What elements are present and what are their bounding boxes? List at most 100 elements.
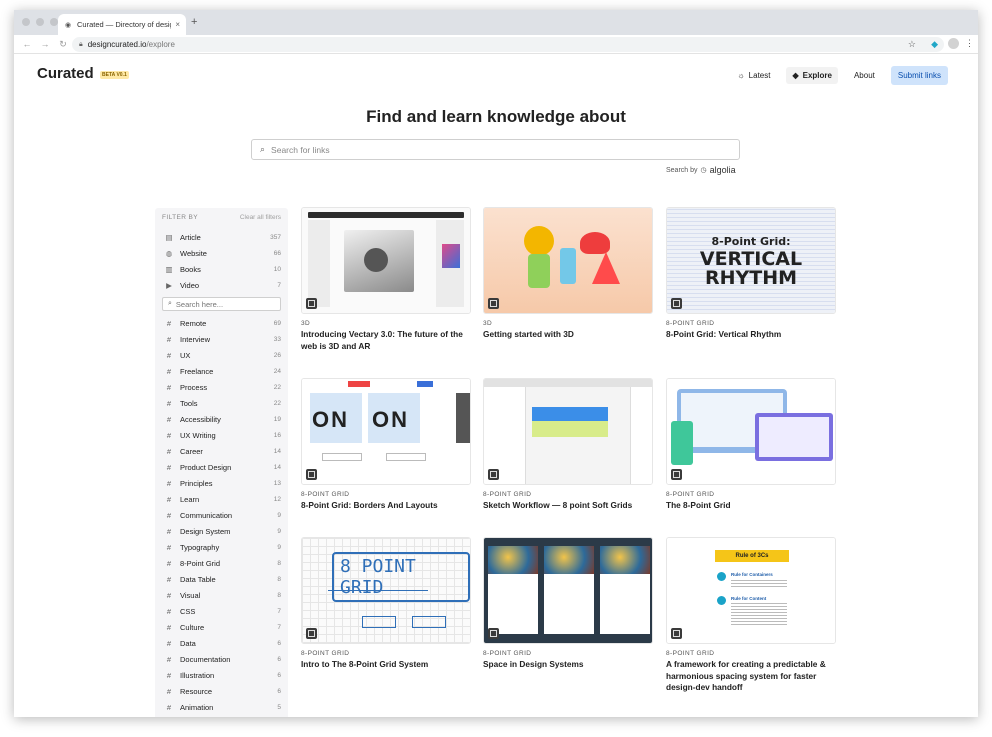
filter-count: 9 [277,511,281,519]
filter-tag-item[interactable]: # Resource 6 [162,683,281,699]
article-type-icon [488,298,499,309]
filter-tag-item[interactable]: # Remote 69 [162,315,281,331]
filter-type-article[interactable]: ▤ Article 357 [162,229,281,245]
filter-count: 8 [277,575,281,583]
filter-tag-item[interactable]: # Illustration 6 [162,667,281,683]
card-thumbnail[interactable]: Rule of 3Cs Rule for Containers Rule for C… [666,537,836,644]
filter-tag-item[interactable]: # Interview 33 [162,331,281,347]
filter-tag-item[interactable]: # Product Design 14 [162,459,281,475]
link-card[interactable]: Rule of 3Cs Rule for Containers Rule for C… [666,537,836,694]
filter-tag-item[interactable]: # CSS 7 [162,603,281,619]
filter-tag-item[interactable]: # Communication 9 [162,507,281,523]
card-thumbnail[interactable]: ON ON [301,378,471,485]
filter-tag-item[interactable]: # Principles 13 [162,475,281,491]
search-input[interactable] [271,144,739,155]
forward-button[interactable]: → [36,39,54,49]
card-thumbnail[interactable] [483,378,653,485]
beta-badge: BETA V0.1 [100,71,129,79]
browser-tab[interactable]: ◉ Curated — Directory of design × [58,14,186,35]
filter-tag-item[interactable]: # UX Writing 16 [162,427,281,443]
card-thumbnail[interactable] [483,537,653,644]
link-card[interactable]: 8-Point Grid The 8-Point Grid [666,378,836,512]
new-tab-button[interactable]: + [191,16,197,28]
filter-count: 19 [273,415,281,423]
filter-label: Culture [180,622,205,632]
filter-count: 9 [277,527,281,535]
filter-tag-item[interactable]: # Accessibility 19 [162,411,281,427]
tag-search[interactable]: ⌕ [162,297,281,311]
filter-tag-item[interactable]: # UX 26 [162,347,281,363]
nav-about[interactable]: About [848,67,881,84]
filter-label: Principles [180,478,213,488]
filter-label: Accessibility [180,414,221,424]
filter-tag-item[interactable]: # Culture 7 [162,619,281,635]
filter-type-video[interactable]: ▶ Video 7 [162,277,281,293]
filter-tag-item[interactable]: # Animation 5 [162,699,281,715]
filter-tag-item[interactable]: # Design System 9 [162,523,281,539]
close-tab-icon[interactable]: × [175,20,180,29]
card-thumbnail[interactable] [666,378,836,485]
card-title[interactable]: The 8-Point Grid [666,500,836,512]
card-title[interactable]: Space in Design Systems [483,659,653,671]
bookmark-star-icon[interactable]: ☆ [908,39,916,50]
submit-links-button[interactable]: Submit links [890,66,948,85]
minimize-window-icon[interactable] [36,18,44,26]
link-card[interactable]: 8 POINT GRID 8-Point Grid Intro to The 8-P… [301,537,471,671]
filter-type-website[interactable]: ◍ Website 66 [162,245,281,261]
card-category: 8-Point Grid [483,491,532,498]
link-card[interactable]: 8-Point Grid: VERTICAL RHYTHM 8-Point Grid 8… [666,207,836,341]
filter-tag-item[interactable]: # Data 6 [162,635,281,651]
back-button[interactable]: ← [18,39,36,49]
reload-button[interactable]: ↻ [54,39,72,50]
maximize-window-icon[interactable] [50,18,58,26]
menu-kebab-icon[interactable]: ⋮ [965,38,974,49]
card-thumbnail[interactable]: 8 POINT GRID [301,537,471,644]
link-card[interactable]: 3D Getting started with 3D [483,207,653,341]
address-bar[interactable]: 🔒︎ designcurated.io/explore ☆ ◆ [72,37,944,52]
tag-search-input[interactable] [175,299,280,309]
profile-avatar[interactable] [948,38,959,49]
link-card[interactable]: 3D Introducing Vectary 3.0: The future of… [301,207,471,352]
filter-tag-item[interactable]: # Learn 12 [162,491,281,507]
card-thumbnail[interactable] [483,207,653,314]
hash-icon: # [166,702,172,712]
card-thumbnail[interactable]: 8-Point Grid: VERTICAL RHYTHM [666,207,836,314]
filter-tag-item[interactable]: # Process 22 [162,379,281,395]
close-window-icon[interactable] [22,18,30,26]
card-title[interactable]: 8-Point Grid: Borders And Layouts [301,500,471,512]
card-title[interactable]: Getting started with 3D [483,329,653,341]
hash-icon: # [166,638,172,648]
card-title[interactable]: Intro to The 8-Point Grid System [301,659,471,671]
filter-tag-item[interactable]: # Typography 9 [162,539,281,555]
filter-by-label: FILTER BY [162,214,198,221]
filter-label: CSS [180,606,196,616]
card-title[interactable]: Introducing Vectary 3.0: The future of t… [301,329,471,352]
filter-count: 12 [273,495,281,503]
filter-tag-item[interactable]: #8-Point Grid 8 [162,555,281,571]
filter-type-books[interactable]: ▥ Books 10 [162,261,281,277]
link-card[interactable]: ON ON 8-Point Grid 8-Point Grid: Borders An… [301,378,471,512]
filter-tag-item[interactable]: # Tools 22 [162,395,281,411]
clear-filters-link[interactable]: Clear all filters [240,214,281,221]
nav-explore[interactable]: ◆ Explore [786,67,838,84]
filter-tag-item[interactable]: # Freelance 24 [162,363,281,379]
video-icon: ▶ [166,280,172,290]
link-card[interactable]: 8-Point Grid Sketch Workflow — 8 point So… [483,378,653,512]
link-card[interactable]: 8-Point Grid Space in Design Systems [483,537,653,671]
filter-count: 6 [277,671,281,679]
card-title[interactable]: Sketch Workflow — 8 point Soft Grids [483,500,653,512]
hash-icon: # [166,318,172,328]
card-title[interactable]: 8-Point Grid: Vertical Rhythm [666,329,836,341]
nav-latest[interactable]: ☼ Latest [731,67,776,84]
filter-count: 22 [273,383,281,391]
filter-tag-item[interactable]: # Visual 8 [162,587,281,603]
site-logo[interactable]: Curated [37,65,94,82]
extension-icon[interactable]: ◆ [931,39,938,50]
filter-tag-item[interactable]: # Documentation 6 [162,651,281,667]
card-title[interactable]: A framework for creating a predictable &… [666,659,836,694]
filter-count: 22 [273,399,281,407]
filter-tag-item[interactable]: # Career 14 [162,443,281,459]
filter-tag-item[interactable]: # Data Table 8 [162,571,281,587]
main-search[interactable]: ⌕ [251,139,740,160]
card-thumbnail[interactable] [301,207,471,314]
